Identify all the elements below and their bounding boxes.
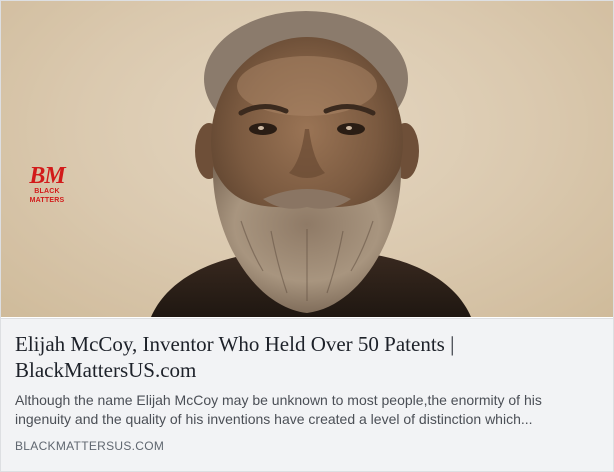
preview-meta[interactable]: Elijah McCoy, Inventor Who Held Over 50 … [1, 318, 613, 471]
link-preview-card[interactable]: BM BLACK MATTERS Elijah McCoy, Inventor … [0, 0, 614, 472]
portrait-photo [1, 1, 613, 317]
preview-image[interactable]: BM BLACK MATTERS [1, 1, 613, 317]
logo-text: BLACK MATTERS [29, 188, 65, 204]
blackmatters-logo: BM BLACK MATTERS [19, 163, 75, 205]
preview-title[interactable]: Elijah McCoy, Inventor Who Held Over 50 … [15, 331, 599, 383]
preview-description: Although the name Elijah McCoy may be un… [15, 392, 542, 427]
logo-mark: BM [29, 163, 65, 189]
preview-domain: BLACKMATTERSUS.COM [15, 439, 165, 453]
